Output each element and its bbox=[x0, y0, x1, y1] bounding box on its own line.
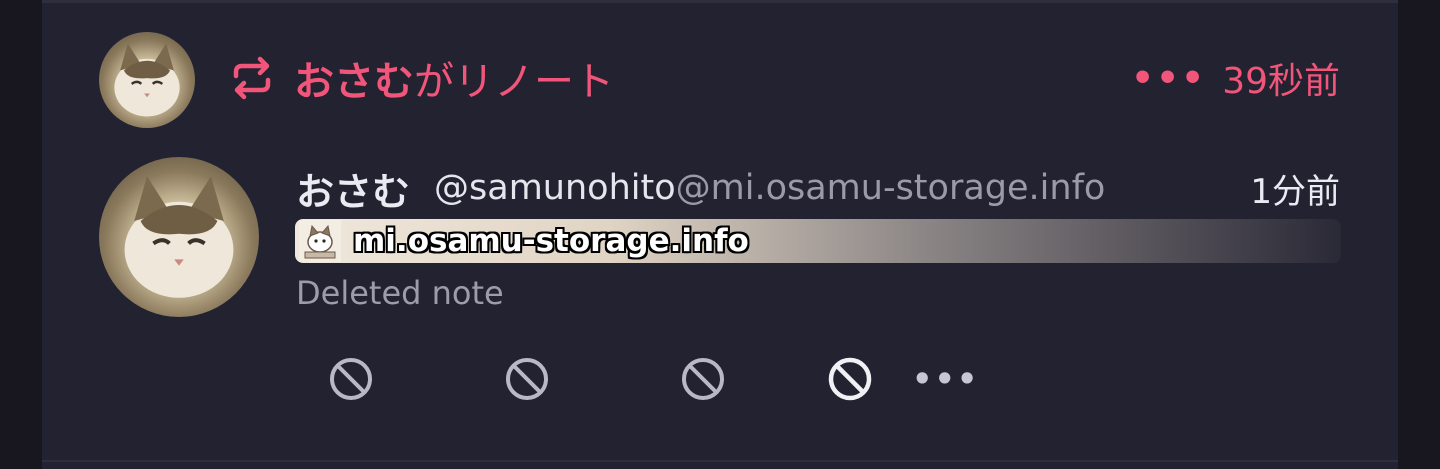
author-avatar[interactable] bbox=[99, 157, 259, 317]
renote-header: おさむ がリノート bbox=[228, 49, 614, 107]
more-horizontal-icon[interactable]: ••• bbox=[1131, 58, 1206, 99]
ban-icon bbox=[828, 357, 872, 401]
renote-user-link[interactable]: おさむ bbox=[294, 49, 414, 107]
repeat-icon bbox=[233, 56, 271, 100]
renote-time[interactable]: 39秒前 bbox=[1222, 52, 1340, 104]
ban-icon bbox=[330, 358, 372, 400]
cat-avatar-image bbox=[124, 176, 234, 298]
clip-button[interactable] bbox=[826, 355, 874, 403]
cat-avatar-image bbox=[114, 43, 180, 117]
author-host[interactable]: @mi.osamu-storage.info bbox=[676, 168, 1106, 208]
renote-action-text: がリノート bbox=[414, 59, 614, 105]
ban-icon bbox=[506, 358, 548, 400]
more-horizontal-icon[interactable]: ••• bbox=[912, 356, 979, 402]
renote-button[interactable] bbox=[503, 355, 551, 403]
instance-ticker: mi.osamu-storage.info bbox=[295, 219, 1341, 263]
reply-button[interactable] bbox=[327, 355, 375, 403]
note-body-text: Deleted note bbox=[296, 274, 504, 312]
author-username[interactable]: @samunohito bbox=[434, 168, 676, 208]
instance-name: mi.osamu-storage.info bbox=[353, 223, 749, 259]
author-display-name[interactable]: おさむ bbox=[296, 161, 410, 216]
note-time[interactable]: 1分前 bbox=[1250, 162, 1340, 214]
reaction-button[interactable] bbox=[679, 355, 727, 403]
renote-meta: ••• 39秒前 bbox=[1131, 52, 1340, 104]
instance-icon bbox=[299, 220, 341, 262]
note-header: おさむ @samunohito @mi.osamu-storage.info bbox=[296, 162, 1105, 214]
ban-icon bbox=[682, 358, 724, 400]
renoter-avatar[interactable] bbox=[99, 32, 195, 128]
divider bbox=[42, 460, 1398, 462]
